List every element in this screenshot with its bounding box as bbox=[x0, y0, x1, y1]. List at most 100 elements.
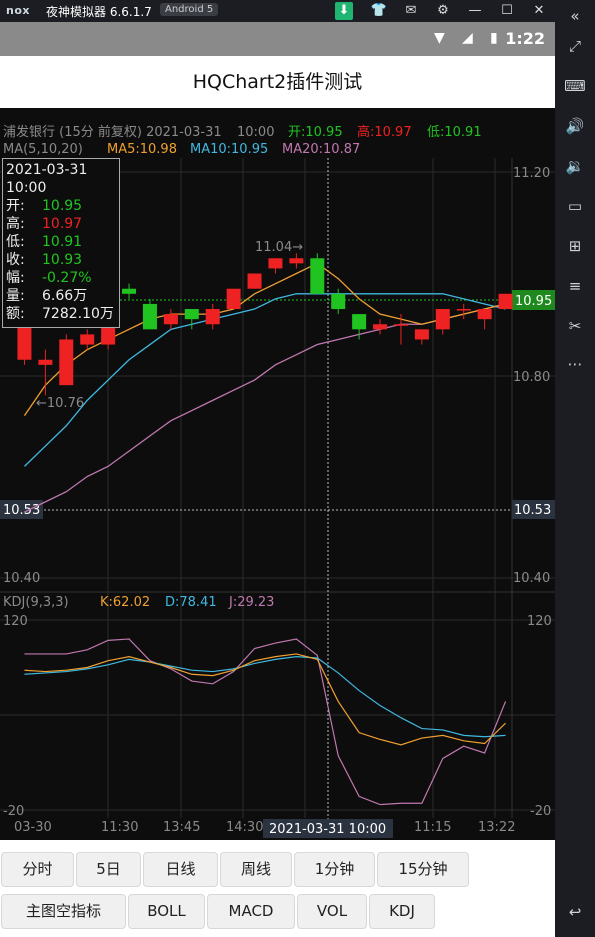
ma20-label: MA20:10.87 bbox=[282, 142, 360, 157]
candle-body bbox=[414, 329, 429, 340]
x-tick-3: 14:30 bbox=[226, 820, 263, 835]
candle-body bbox=[59, 339, 74, 386]
x-tick-1: 11:30 bbox=[101, 820, 138, 835]
tooltip-row-value: 10.95 bbox=[42, 198, 83, 214]
x-tick-4: 11:15 bbox=[414, 820, 451, 835]
back-icon[interactable]: ↩ bbox=[563, 900, 587, 924]
minimize-icon[interactable]: — bbox=[466, 2, 484, 20]
tooltip-row: 低: 10.91 bbox=[6, 233, 116, 251]
kdj-tick-high-right: 120 bbox=[527, 614, 552, 629]
kdj-k-label: K:62.02 bbox=[100, 595, 150, 610]
screen-icon[interactable]: ▭ bbox=[563, 194, 587, 218]
button-vol[interactable]: VOL bbox=[297, 894, 367, 929]
ma5-label: MA5:10.98 bbox=[107, 142, 177, 157]
emulator-side-bar: « ⤢ ⌨ 🔊 🔉 ▭ ⊞ ≡ ✂ ⋯ ↩ bbox=[555, 0, 595, 937]
button-macd[interactable]: MACD bbox=[207, 894, 295, 929]
candle-body bbox=[184, 309, 199, 320]
tooltip-row-value: 6.66万 bbox=[42, 288, 88, 304]
kdj-label: KDJ(9,3,3) bbox=[3, 595, 69, 610]
price-tick-high: 11.20 bbox=[513, 166, 550, 181]
crosshair-time-label: 2021-03-31 10:00 bbox=[269, 822, 386, 837]
close-icon[interactable]: ✕ bbox=[530, 2, 548, 20]
candle-body bbox=[393, 324, 408, 326]
candle-body bbox=[205, 309, 220, 325]
kdj-tick-low-right: -20 bbox=[530, 804, 551, 819]
volume-up-icon[interactable]: 🔊 bbox=[563, 114, 587, 138]
store-icon[interactable]: ⬇ bbox=[335, 2, 353, 20]
mail-icon[interactable]: ✉ bbox=[402, 2, 420, 20]
more-icon[interactable]: ⋯ bbox=[563, 352, 587, 376]
candle-body bbox=[352, 314, 367, 330]
x-tick-2: 13:45 bbox=[163, 820, 200, 835]
multi-instance-icon[interactable]: ≡ bbox=[563, 274, 587, 298]
candle-body bbox=[142, 303, 157, 330]
tooltip-row-value: 10.97 bbox=[42, 216, 83, 232]
candle-body bbox=[80, 334, 95, 345]
tooltip-row: 开: 10.95 bbox=[6, 197, 116, 215]
price-tick-low: 10.40 bbox=[513, 571, 550, 586]
tooltip-row-label: 低: bbox=[6, 234, 25, 250]
last-price-label: 10.95 bbox=[515, 294, 552, 309]
button-1min[interactable]: 1分钟 bbox=[294, 852, 375, 887]
ma10-label: MA10:10.95 bbox=[190, 142, 268, 157]
tooltip-row-value: -0.27% bbox=[42, 270, 92, 286]
button-weekly[interactable]: 周线 bbox=[220, 852, 292, 887]
tooltip-row: 高: 10.97 bbox=[6, 215, 116, 233]
wifi-icon: ▼ bbox=[434, 30, 445, 46]
android-version-badge: Android 5 bbox=[160, 3, 219, 16]
header-low: 低:10.91 bbox=[427, 125, 482, 140]
tooltip-row-value: 10.93 bbox=[42, 252, 83, 268]
tooltip-row-value: 7282.10万 bbox=[42, 306, 114, 322]
status-clock: 1:22 bbox=[505, 29, 545, 48]
tooltip-row-label: 额: bbox=[6, 306, 25, 322]
chart-area[interactable]: 浦发银行 (15分 前复权) 2021-03-31 10:00 开:10.95 … bbox=[0, 108, 555, 840]
tooltip-row-label: 幅: bbox=[6, 270, 25, 286]
app-root: nox 夜神模拟器 6.6.1.7 Android 5 ⬇ 👕 ✉ ⚙ — ☐ … bbox=[0, 0, 595, 937]
volume-down-icon[interactable]: 🔉 bbox=[563, 154, 587, 178]
kdj-d-label: D:78.41 bbox=[165, 595, 217, 610]
button-5day[interactable]: 5日 bbox=[76, 852, 141, 887]
android-status-bar: ▼ ◢ ▮ 1:22 bbox=[0, 22, 555, 56]
header-high: 高:10.97 bbox=[357, 124, 412, 140]
x-tick-5: 13:22 bbox=[478, 820, 515, 835]
button-daily[interactable]: 日线 bbox=[143, 852, 218, 887]
x-tick-0: 03-30 bbox=[14, 820, 52, 835]
candle-tooltip: 2021-03-31 10:00 开: 10.95 高: 10.97 低: 10.91 收:… bbox=[2, 158, 120, 328]
kdj-tick-low-left: -20 bbox=[3, 804, 24, 819]
candle-body bbox=[268, 258, 283, 269]
tooltip-row: 额: 7282.10万 bbox=[6, 305, 116, 323]
settings-icon[interactable]: ⚙ bbox=[434, 2, 452, 20]
button-boll[interactable]: BOLL bbox=[128, 894, 205, 929]
candle-body bbox=[331, 293, 346, 310]
keyboard-icon[interactable]: ⌨ bbox=[563, 74, 587, 98]
max-price-label: 11.04→ bbox=[255, 240, 303, 255]
tooltip-time: 10:00 bbox=[6, 180, 47, 196]
maximize-icon[interactable]: ☐ bbox=[498, 2, 516, 20]
app-header: HQChart2插件测试 bbox=[0, 56, 555, 108]
crosshair-price-right: 10.53 bbox=[514, 503, 551, 518]
candle-body bbox=[289, 258, 304, 264]
tooltip-row-label: 高: bbox=[6, 216, 25, 232]
shirt-icon[interactable]: 👕 bbox=[370, 2, 388, 20]
tooltip-row: 量: 6.66万 bbox=[6, 287, 116, 305]
candle-body bbox=[226, 288, 241, 310]
button-intraday[interactable]: 分时 bbox=[1, 852, 74, 887]
scissors-icon[interactable]: ✂ bbox=[563, 314, 587, 338]
tooltip-row-label: 收: bbox=[6, 252, 25, 268]
signal-icon: ◢ bbox=[462, 30, 473, 46]
apk-install-icon[interactable]: ⊞ bbox=[563, 234, 587, 258]
tooltip-row: 幅: -0.27% bbox=[6, 269, 116, 287]
period-button-panel: 分时 5日 日线 周线 1分钟 15分钟 主图空指标 BOLL MACD VOL… bbox=[0, 840, 555, 937]
button-main-empty-indicator[interactable]: 主图空指标 bbox=[1, 894, 126, 929]
button-kdj[interactable]: KDJ bbox=[369, 894, 435, 929]
candle-body bbox=[456, 309, 471, 311]
fullscreen-icon[interactable]: ⤢ bbox=[563, 34, 587, 58]
nox-logo: nox bbox=[6, 4, 30, 17]
candle-body bbox=[310, 258, 325, 294]
tooltip-date: 2021-03-31 bbox=[6, 162, 88, 178]
collapse-sidebar-icon[interactable]: « bbox=[563, 4, 587, 28]
emulator-title: 夜神模拟器 6.6.1.7 bbox=[46, 5, 152, 19]
price-tick-left: 10.40 bbox=[3, 571, 40, 586]
tooltip-row-label: 量: bbox=[6, 288, 25, 304]
button-15min[interactable]: 15分钟 bbox=[377, 852, 469, 887]
